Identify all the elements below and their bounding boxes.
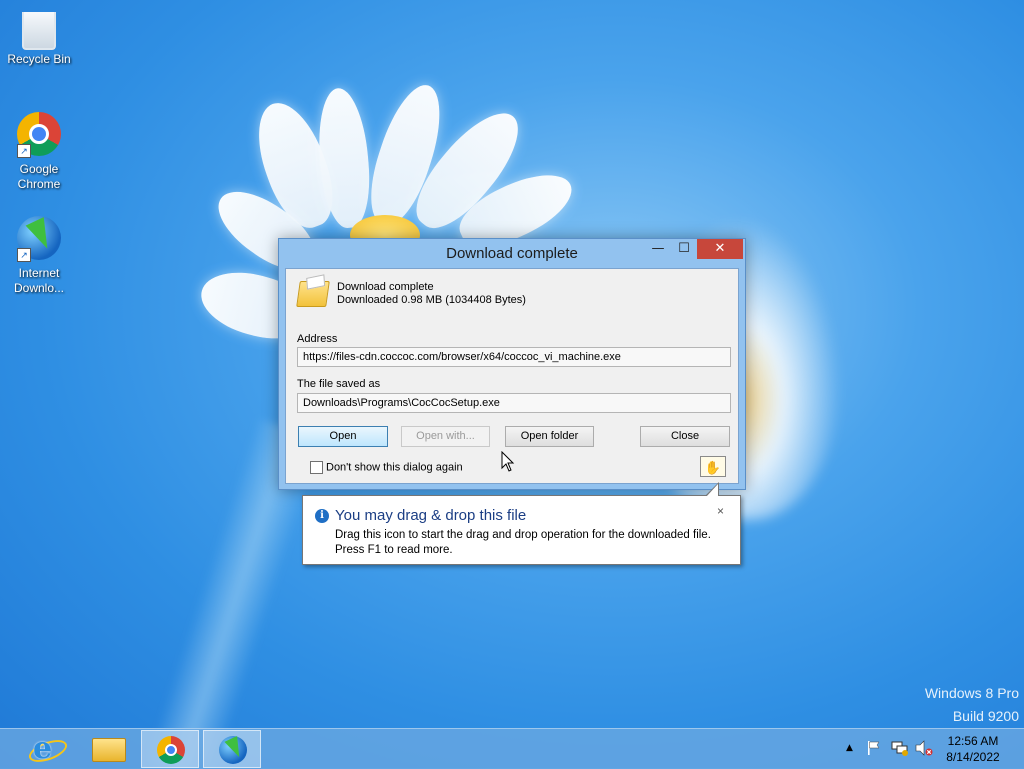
title-bar[interactable]: Download complete — ☐ ✕ — [279, 239, 745, 267]
desktop-icon-label: Recycle Bin — [7, 52, 71, 66]
open-folder-icon — [296, 281, 330, 307]
taskbar-clock[interactable]: 12:56 AM 8/14/2022 — [944, 733, 1002, 765]
clock-date: 8/14/2022 — [946, 750, 1000, 764]
close-button[interactable]: Close — [640, 426, 730, 447]
shortcut-arrow-icon: ↗ — [17, 248, 31, 262]
minimize-button[interactable]: — — [645, 239, 671, 259]
drag-drop-tooltip: i You may drag & drop this file Drag thi… — [302, 482, 741, 565]
windows-edition-text: Windows 8 Pro — [924, 685, 1019, 701]
taskbar-internet-explorer[interactable]: e — [16, 730, 74, 768]
taskbar: e ▲ 12:56 AM 8/14/2022 — [0, 728, 1024, 769]
network-icon[interactable] — [891, 740, 909, 756]
open-folder-button[interactable]: Open folder — [505, 426, 594, 447]
tooltip-line: Press F1 to read more. — [335, 544, 453, 556]
taskbar-file-explorer[interactable] — [78, 730, 136, 768]
saved-as-label: The file saved as — [297, 378, 381, 390]
tooltip-line: Drag this icon to start the drag and dro… — [335, 529, 711, 541]
volume-muted-icon[interactable] — [915, 740, 933, 756]
shortcut-arrow-icon: ↗ — [17, 144, 31, 158]
desktop-icon-label: Internet Downlo... — [13, 266, 65, 295]
desktop-icon-google-chrome[interactable]: ↗ Google Chrome — [4, 112, 74, 192]
tooltip-body: Drag this icon to start the drag and dro… — [335, 528, 711, 558]
dont-show-again-label: Don't show this dialog again — [326, 461, 463, 474]
desktop-icon-label: Google Chrome — [17, 162, 61, 191]
mouse-cursor-icon — [501, 451, 515, 472]
dont-show-again-option[interactable]: Don't show this dialog again — [310, 461, 463, 474]
info-icon: i — [315, 509, 329, 523]
show-hidden-icons[interactable]: ▲ — [846, 743, 853, 753]
taskbar-internet-download-manager[interactable] — [203, 730, 261, 768]
internet-explorer-icon: e — [33, 731, 53, 766]
action-center-flag-icon[interactable] — [866, 740, 882, 756]
recycle-bin-icon — [22, 12, 56, 50]
dont-show-again-checkbox[interactable] — [310, 461, 323, 474]
desktop-icon-recycle-bin[interactable]: Recycle Bin — [4, 6, 74, 67]
address-field[interactable]: https://files-cdn.coccoc.com/browser/x64… — [297, 347, 731, 367]
tooltip-title: You may drag & drop this file — [335, 507, 527, 524]
maximize-button[interactable]: ☐ — [671, 239, 697, 259]
open-button[interactable]: Open — [298, 426, 388, 447]
drag-drop-hand-icon[interactable]: ✋ — [700, 456, 726, 477]
clock-time: 12:56 AM — [947, 734, 999, 748]
download-size-text: Downloaded 0.98 MB (1034408 Bytes) — [337, 294, 526, 306]
saved-as-field[interactable]: Downloads\Programs\CocCocSetup.exe — [297, 393, 731, 413]
file-explorer-icon — [92, 738, 126, 762]
tooltip-close-icon[interactable]: × — [717, 504, 724, 518]
idm-globe-icon — [219, 736, 247, 764]
desktop-icon-internet-download-manager[interactable]: ↗ Internet Downlo... — [4, 216, 74, 296]
open-with-button[interactable]: Open with... — [401, 426, 490, 447]
desktop-icon-image: ↗ — [15, 112, 63, 160]
download-status-heading: Download complete — [337, 281, 434, 293]
taskbar-google-chrome[interactable] — [141, 730, 199, 768]
chrome-icon — [157, 736, 185, 764]
close-window-button[interactable]: ✕ — [697, 239, 743, 259]
address-label: Address — [297, 333, 338, 345]
windows-build-text: Build 9200 — [952, 708, 1019, 724]
desktop-icon-image: ↗ — [15, 216, 63, 264]
